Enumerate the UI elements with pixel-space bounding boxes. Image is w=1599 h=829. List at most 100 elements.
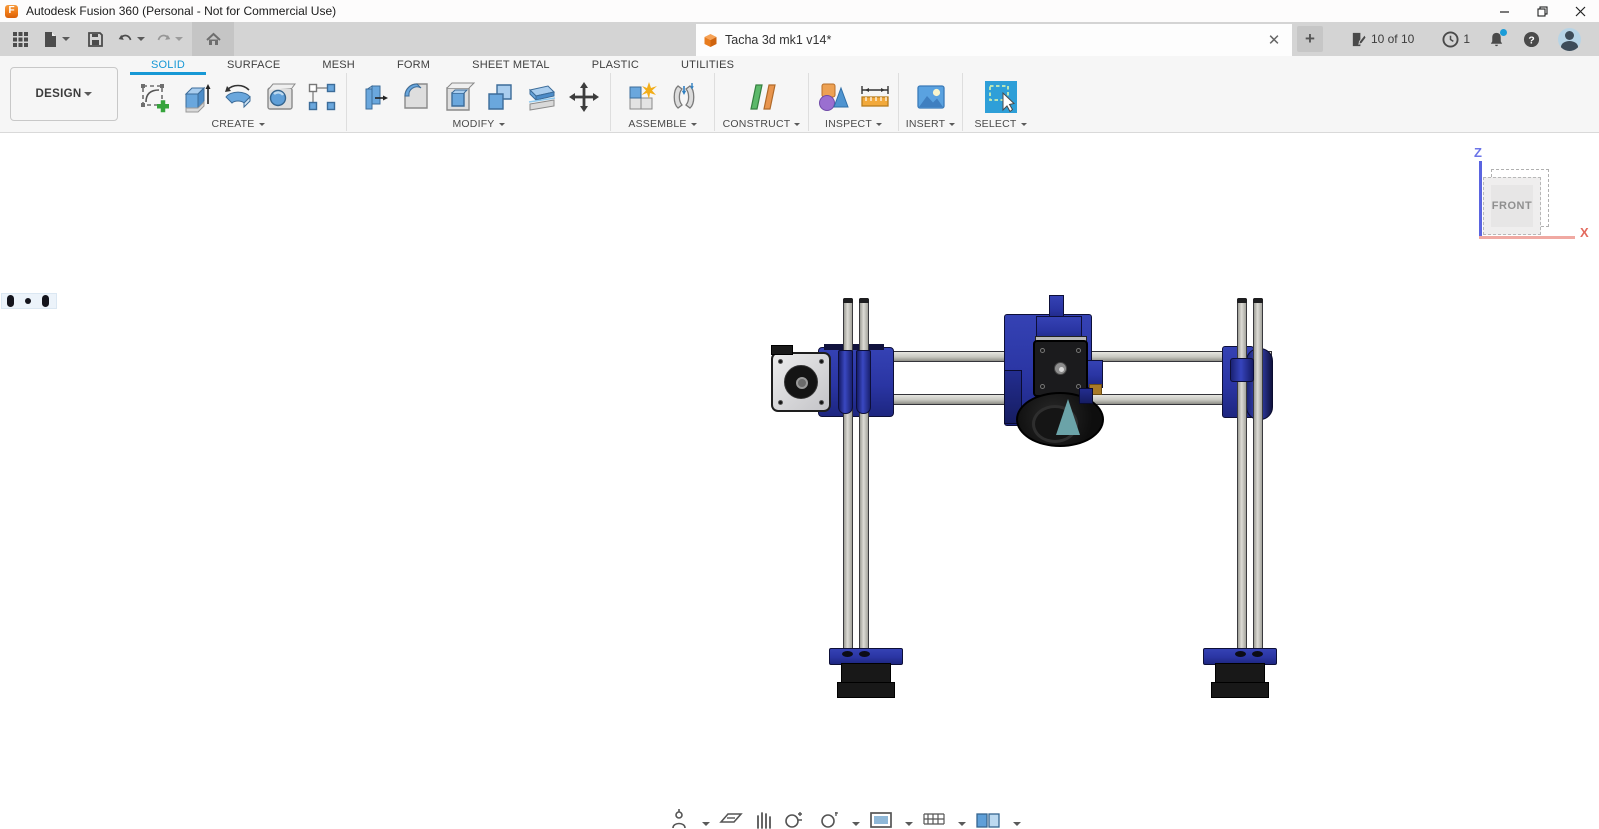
zoom-icon[interactable] <box>783 808 807 829</box>
analysis-primitives-icon[interactable] <box>814 78 851 115</box>
left-bracket-top-edge <box>824 344 884 350</box>
undo-button[interactable] <box>114 22 148 56</box>
left-foot-motor[interactable] <box>841 663 891 684</box>
select-window-icon[interactable] <box>982 78 1019 115</box>
minimize-button[interactable] <box>1485 0 1523 22</box>
new-component-icon[interactable] <box>623 78 660 115</box>
left-foot-base[interactable] <box>837 682 895 698</box>
restore-button[interactable] <box>1523 0 1561 22</box>
grid-and-snaps-icon[interactable] <box>922 808 946 829</box>
profile-avatar[interactable] <box>1558 28 1581 51</box>
select-group-dropdown[interactable]: SELECT <box>974 118 1026 131</box>
job-status-text: 10 of 10 <box>1371 32 1414 46</box>
modify-group-label: MODIFY <box>452 118 494 130</box>
construct-group-label: CONSTRUCT <box>723 118 791 130</box>
fit-caret-icon[interactable] <box>852 822 860 826</box>
window-title: Autodesk Fusion 360 (Personal - Not for … <box>26 4 336 18</box>
inspect-group-dropdown[interactable]: INSPECT <box>825 118 882 131</box>
move-copy-icon[interactable] <box>565 78 602 115</box>
right-rod-back[interactable] <box>1253 298 1263 690</box>
left-rod-clamp-back[interactable] <box>856 350 871 414</box>
right-rod-collar[interactable] <box>1230 358 1254 382</box>
viewports-icon[interactable] <box>975 808 1001 829</box>
help-button[interactable]: ? <box>1523 31 1540 48</box>
extrude-icon[interactable] <box>178 78 215 115</box>
inspect-group-label: INSPECT <box>825 118 872 130</box>
construct-caret-icon <box>794 123 800 126</box>
heatsink-fin <box>1056 399 1080 435</box>
quick-access-toolbar: Tacha 3d mk1 v14* ✕ + 10 of 10 1 ? <box>0 22 1599 56</box>
insert-group-dropdown[interactable]: INSERT <box>906 118 956 131</box>
shell-icon[interactable] <box>439 78 476 115</box>
ribbon: DESIGN SOLID SURFACE MESH FORM SHEET MET… <box>0 56 1599 133</box>
display-settings-caret-icon[interactable] <box>905 822 913 826</box>
motor-pulley <box>784 365 818 399</box>
create-group-label: CREATE <box>211 118 254 130</box>
insert-group-label: INSERT <box>906 118 946 130</box>
redo-button[interactable] <box>152 22 186 56</box>
clock-button[interactable]: 1 <box>1442 31 1470 48</box>
new-tab-button[interactable]: + <box>1297 26 1323 52</box>
redo-caret-icon <box>175 37 183 41</box>
construction-plane-icon[interactable] <box>743 78 780 115</box>
split-body-icon[interactable] <box>523 78 560 115</box>
design-cube-icon <box>703 33 718 48</box>
right-foot-motor[interactable] <box>1215 663 1265 684</box>
undo-caret-icon <box>137 37 145 41</box>
left-rod-clamp-front[interactable] <box>838 350 853 414</box>
grid-caret-icon[interactable] <box>958 822 966 826</box>
measure-icon[interactable] <box>856 78 893 115</box>
pan-icon[interactable] <box>752 808 774 829</box>
document-tab[interactable]: Tacha 3d mk1 v14* ✕ <box>696 24 1292 56</box>
viewports-caret-icon[interactable] <box>1013 822 1021 826</box>
create-group-dropdown[interactable]: CREATE <box>211 118 264 131</box>
left-stepper-motor[interactable] <box>771 352 831 412</box>
file-menu-caret-icon <box>62 37 70 41</box>
assemble-group-label: ASSEMBLE <box>628 118 686 130</box>
insert-image-icon[interactable] <box>912 78 949 115</box>
fillet-icon[interactable] <box>397 78 434 115</box>
home-view-button[interactable] <box>192 22 234 56</box>
combine-icon[interactable] <box>481 78 518 115</box>
viewport-canvas[interactable]: Z FRONT X <box>0 133 1599 829</box>
fit-icon[interactable] <box>816 808 840 829</box>
construct-group-dropdown[interactable]: CONSTRUCT <box>723 118 801 131</box>
hole-icon[interactable] <box>262 78 299 115</box>
save-button[interactable] <box>82 22 108 56</box>
create-caret-icon <box>259 123 265 126</box>
assemble-caret-icon <box>691 123 697 126</box>
right-foot-base[interactable] <box>1211 682 1269 698</box>
app-grid-icon[interactable] <box>8 22 32 56</box>
left-motor-top-tab <box>771 345 793 355</box>
insert-caret-icon <box>949 123 955 126</box>
right-rod-front[interactable] <box>1237 298 1247 690</box>
select-caret-icon <box>1021 123 1027 126</box>
display-settings-icon[interactable] <box>869 808 893 829</box>
create-sketch-icon[interactable] <box>136 78 173 115</box>
rectangular-pattern-icon[interactable] <box>304 78 341 115</box>
revolve-icon[interactable] <box>220 78 257 115</box>
fusion360-window: F Autodesk Fusion 360 (Personal - Not fo… <box>0 0 1599 829</box>
orbit-icon[interactable] <box>668 808 690 829</box>
notification-dot <box>1500 29 1507 36</box>
tab-close-icon[interactable]: ✕ <box>1264 30 1284 50</box>
3d-model-printer-frame[interactable] <box>0 133 1599 829</box>
modify-caret-icon <box>499 123 505 126</box>
look-at-icon[interactable] <box>719 808 743 829</box>
svg-text:?: ? <box>1528 35 1534 46</box>
document-tab-title: Tacha 3d mk1 v14* <box>725 33 831 47</box>
fusion360-logo-icon: F <box>5 5 18 18</box>
notifications-button[interactable] <box>1488 31 1505 48</box>
orbit-caret-icon[interactable] <box>702 822 710 826</box>
close-button[interactable] <box>1561 0 1599 22</box>
joint-icon[interactable] <box>665 78 702 115</box>
job-status-icon <box>1350 31 1367 48</box>
notification-count: 1 <box>1463 32 1470 46</box>
fan-mount-tab <box>1079 388 1093 404</box>
job-status-button[interactable]: 10 of 10 <box>1350 31 1414 48</box>
clock-icon <box>1442 31 1459 48</box>
modify-group-dropdown[interactable]: MODIFY <box>452 118 504 131</box>
press-pull-icon[interactable] <box>355 78 392 115</box>
assemble-group-dropdown[interactable]: ASSEMBLE <box>628 118 696 131</box>
file-menu-button[interactable] <box>40 22 72 56</box>
